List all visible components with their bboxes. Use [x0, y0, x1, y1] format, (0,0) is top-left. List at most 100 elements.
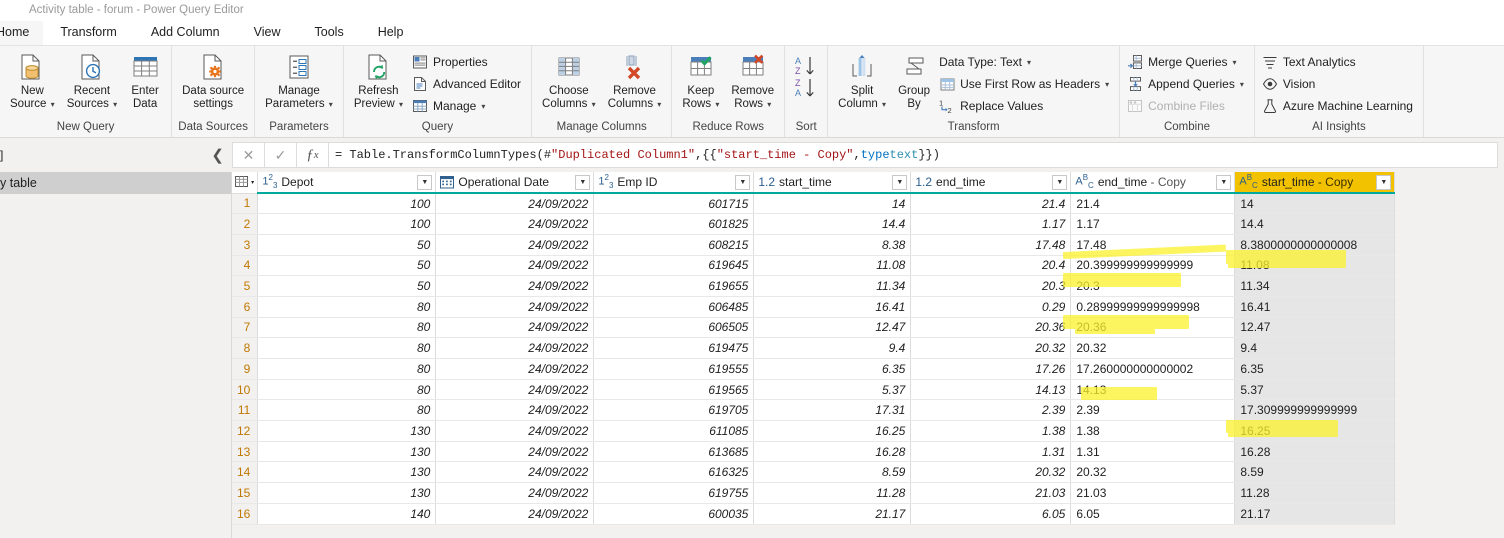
cell-start_time[interactable]: 11.08 — [753, 255, 912, 277]
ribbon-button-sort-descending[interactable]: ZA — [789, 77, 823, 99]
chevron-down-icon[interactable]: ▾ — [1027, 58, 1031, 67]
cell-operational date[interactable]: 24/09/2022 — [435, 379, 595, 401]
cell-depot[interactable]: 130 — [257, 461, 437, 484]
table-row[interactable]: 10 80 24/09/2022 619565 5.37 14.13 14.13 5.37 — [232, 379, 1396, 401]
cell-emp id[interactable]: 611085 — [593, 420, 755, 442]
cell-start_time-copy[interactable]: 11.28 — [1234, 482, 1396, 504]
chevron-down-icon[interactable]: ▾ — [1233, 58, 1237, 67]
ribbon-button-merge-queries[interactable]: Merge Queries ▾ — [1124, 51, 1250, 73]
cell-emp id[interactable]: 619755 — [593, 482, 755, 504]
cell-operational date[interactable]: 24/09/2022 — [435, 255, 595, 277]
cell-emp id[interactable]: 606505 — [593, 317, 755, 339]
cell-depot[interactable]: 130 — [257, 420, 437, 442]
column-filter-dropdown[interactable]: ▼ — [1052, 174, 1068, 190]
cell-end_time[interactable]: 17.26 — [910, 358, 1072, 380]
chevron-down-icon[interactable]: ▾ — [880, 100, 886, 109]
cell-depot[interactable]: 80 — [257, 379, 437, 401]
table-row[interactable]: 11 80 24/09/2022 619705 17.31 2.39 2.39 17.3099… — [232, 399, 1396, 422]
grid-corner-button[interactable]: ▾ — [232, 172, 259, 194]
cell-start_time[interactable]: 5.37 — [753, 379, 912, 401]
cell-emp id[interactable]: 619655 — [593, 275, 755, 297]
column-header-emp id[interactable]: 123 Emp ID ▼ — [593, 172, 755, 194]
cell-start_time-copy[interactable]: 8.59 — [1234, 461, 1396, 484]
cell-emp id[interactable]: 600035 — [593, 503, 755, 525]
cell-emp id[interactable]: 608215 — [593, 234, 755, 256]
cell-depot[interactable]: 130 — [257, 482, 437, 504]
cell-depot[interactable]: 80 — [257, 399, 437, 422]
cell-start_time[interactable]: 11.28 — [753, 482, 912, 504]
column-filter-dropdown[interactable]: ▼ — [1216, 174, 1232, 190]
cell-start_time-copy[interactable]: 21.17 — [1234, 503, 1396, 525]
cell-emp id[interactable]: 601715 — [593, 193, 755, 215]
ribbon-tab-view[interactable]: View — [237, 21, 298, 45]
cell-end_time[interactable]: 17.48 — [910, 234, 1072, 256]
cell-operational date[interactable]: 24/09/2022 — [435, 461, 595, 484]
cell-start_time-copy[interactable]: 11.08 — [1234, 255, 1396, 277]
cell-depot[interactable]: 50 — [257, 275, 437, 297]
table-row[interactable]: 12 130 24/09/2022 611085 16.25 1.38 1.38 16.25 — [232, 420, 1396, 442]
cell-depot[interactable]: 100 — [257, 193, 437, 215]
ribbon-button-text-analytics[interactable]: Text Analytics — [1259, 51, 1419, 73]
cell-start_time-copy[interactable]: 5.37 — [1234, 379, 1396, 401]
cell-depot[interactable]: 100 — [257, 213, 437, 235]
ribbon-tab-help[interactable]: Help — [361, 21, 421, 45]
cell-start_time-copy[interactable]: 9.4 — [1234, 337, 1396, 359]
cell-end_time-copy[interactable]: 1.38 — [1070, 420, 1236, 442]
cell-end_time[interactable]: 0.29 — [910, 296, 1072, 318]
ribbon-button-append-queries[interactable]: Append Queries ▾ — [1124, 73, 1250, 95]
cell-end_time[interactable]: 20.36 — [910, 317, 1072, 339]
table-row[interactable]: 1 100 24/09/2022 601715 14 21.4 21.4 14 — [232, 193, 1396, 215]
cell-depot[interactable]: 80 — [257, 317, 437, 339]
cell-end_time[interactable]: 21.4 — [910, 193, 1072, 215]
ribbon-button-refresh-preview[interactable]: Refresh Preview ▾ — [348, 49, 409, 111]
cell-end_time[interactable]: 6.05 — [910, 503, 1072, 525]
table-row[interactable]: 6 80 24/09/2022 606485 16.41 0.29 0.2899999999… — [232, 296, 1396, 318]
table-row[interactable]: 3 50 24/09/2022 608215 8.38 17.48 17.48 8.38000… — [232, 234, 1396, 256]
table-row[interactable]: 15 130 24/09/2022 619755 11.28 21.03 21.03 11.2… — [232, 482, 1396, 504]
cell-end_time-copy[interactable]: 20.32 — [1070, 461, 1236, 484]
cell-end_time-copy[interactable]: 1.31 — [1070, 441, 1236, 463]
column-filter-dropdown[interactable]: ▼ — [735, 174, 751, 190]
cell-end_time-copy[interactable]: 20.36 — [1070, 317, 1236, 339]
formula-input[interactable]: = Table.TransformColumnTypes(# "Duplicate… — [328, 142, 1498, 168]
cell-depot[interactable]: 50 — [257, 255, 437, 277]
cell-end_time[interactable]: 1.38 — [910, 420, 1072, 442]
cell-emp id[interactable]: 619555 — [593, 358, 755, 380]
chevron-down-icon[interactable]: ▾ — [397, 100, 403, 109]
cell-operational date[interactable]: 24/09/2022 — [435, 234, 595, 256]
cell-end_time-copy[interactable]: 6.05 — [1070, 503, 1236, 525]
cell-start_time[interactable]: 21.17 — [753, 503, 912, 525]
chevron-down-icon[interactable]: ▾ — [327, 100, 333, 109]
cell-end_time[interactable]: 21.03 — [910, 482, 1072, 504]
cell-depot[interactable]: 140 — [257, 503, 437, 525]
ribbon-tab-transform[interactable]: Transform — [43, 21, 134, 45]
table-row[interactable]: 2 100 24/09/2022 601825 14.4 1.17 1.17 14.4 — [232, 213, 1396, 235]
cell-emp id[interactable]: 606485 — [593, 296, 755, 318]
cell-emp id[interactable]: 616325 — [593, 461, 755, 484]
cell-start_time-copy[interactable]: 14.4 — [1234, 213, 1396, 235]
cell-start_time[interactable]: 14.4 — [753, 213, 912, 235]
cell-end_time[interactable]: 20.32 — [910, 461, 1072, 484]
ribbon-button-split-column[interactable]: Split Column ▾ — [832, 49, 892, 111]
cell-end_time[interactable]: 20.32 — [910, 337, 1072, 359]
ribbon-button-remove-rows[interactable]: Remove Rows ▾ — [725, 49, 780, 111]
cell-end_time[interactable]: 1.31 — [910, 441, 1072, 463]
fx-icon[interactable]: ƒx — [296, 142, 328, 168]
cell-end_time-copy[interactable]: 2.39 — [1070, 399, 1236, 422]
cell-end_time-copy[interactable]: 17.48 — [1070, 234, 1236, 256]
ribbon-tab-tools[interactable]: Tools — [298, 21, 361, 45]
ribbon-button-new-source[interactable]: New Source ▾ — [4, 49, 61, 111]
cell-emp id[interactable]: 619705 — [593, 399, 755, 422]
close-icon[interactable]: ✕ — [232, 142, 264, 168]
table-row[interactable]: 13 130 24/09/2022 613685 16.28 1.31 1.31 16.28 — [232, 441, 1396, 463]
cell-start_time[interactable]: 14 — [753, 193, 912, 215]
cell-end_time-copy[interactable]: 21.03 — [1070, 482, 1236, 504]
table-row[interactable]: 14 130 24/09/2022 616325 8.59 20.32 20.32 8.59 — [232, 461, 1396, 484]
cell-start_time-copy[interactable]: 16.28 — [1234, 441, 1396, 463]
cell-depot[interactable]: 80 — [257, 337, 437, 359]
chevron-down-icon[interactable]: ▾ — [713, 100, 719, 109]
cell-emp id[interactable]: 619645 — [593, 255, 755, 277]
column-header-start_time-copy[interactable]: ABC start_time - Copy ▼ — [1234, 172, 1396, 194]
cell-start_time-copy[interactable]: 6.35 — [1234, 358, 1396, 380]
ribbon-button-vision[interactable]: Vision — [1259, 73, 1419, 95]
